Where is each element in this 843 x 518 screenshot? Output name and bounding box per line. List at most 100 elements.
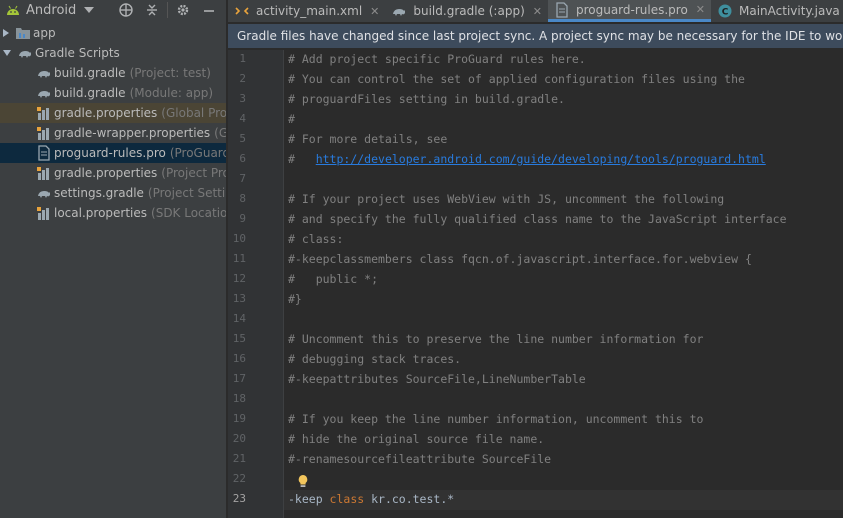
expand-down-icon[interactable] <box>3 50 11 56</box>
folder-module-icon <box>16 28 30 39</box>
toolbar-divider <box>167 2 169 18</box>
android-icon <box>7 5 19 15</box>
tree-item[interactable]: Gradle Scripts <box>0 43 226 63</box>
editor-tabs: activity_main.xml ✕ build.gradle (:app) ✕ pr… <box>228 0 843 22</box>
code-line: # Uncomment this to preserve the line nu… <box>288 332 704 346</box>
line-number: 22 <box>232 472 246 485</box>
project-toolbar: Android <box>0 0 226 20</box>
line-number: 9 <box>239 212 246 225</box>
close-icon[interactable]: ✕ <box>370 5 379 18</box>
tree-item-label: proguard-rules.pro <box>54 146 166 160</box>
tree-item[interactable]: gradle.properties(Project Properties) <box>0 163 226 183</box>
expand-right-icon[interactable] <box>3 29 9 37</box>
code-line: # For more details, see <box>288 132 448 146</box>
editor-tab[interactable]: proguard-rules.pro ✕ <box>547 0 712 22</box>
collapse-all-icon[interactable] <box>143 1 161 19</box>
line-number: 5 <box>239 132 246 145</box>
project-view-selector[interactable]: Android <box>0 0 117 20</box>
tree-item-label: Gradle Scripts <box>35 46 120 60</box>
gradle-icon <box>19 51 31 58</box>
code-line: # proguardFiles setting in build.gradle. <box>288 92 565 106</box>
tree-item[interactable]: proguard-rules.pro(ProGuard Rules for ap… <box>0 143 226 163</box>
line-number: 12 <box>232 272 246 285</box>
code-line: # class: <box>288 232 344 246</box>
tree-item-label: gradle-wrapper.properties <box>54 126 211 140</box>
code-line: #} <box>288 292 302 306</box>
tree-item[interactable]: settings.gradle(Project Settings) <box>0 183 226 203</box>
code-line: # and specify the fully qualified class … <box>288 212 787 226</box>
code-line: # If your project uses WebView with JS, … <box>288 192 725 206</box>
tree-item[interactable]: build.gradle (Project: test) <box>0 63 226 83</box>
code-line: #-keepattributes SourceFile,LineNumberTa… <box>288 372 586 386</box>
line-number: 3 <box>239 92 246 105</box>
code-line: # Add project specific ProGuard rules he… <box>288 52 586 66</box>
close-icon[interactable]: ✕ <box>533 5 542 18</box>
line-number-gutter: 1 2 3 4 5 6 7 8 9 10 11 12 13 14 15 16 17 18 19 20 21 22 23 <box>228 50 284 518</box>
tree-item[interactable]: gradle.properties(Global Properties) <box>0 103 226 123</box>
doc-link[interactable]: http://developer.android.com/guide/devel… <box>316 152 766 166</box>
tree-item-hint: (Module: app) <box>129 86 214 100</box>
keyword: class <box>329 492 365 506</box>
gradle-icon <box>393 9 406 16</box>
gear-icon[interactable] <box>174 1 192 19</box>
line-number: 1 <box>239 52 246 65</box>
gradle-icon <box>38 191 50 198</box>
java-class-icon: C <box>718 4 732 18</box>
tree-item-hint: (SDK Location) <box>151 206 226 220</box>
tab-label: activity_main.xml <box>256 4 363 18</box>
properties-icon <box>37 167 49 180</box>
editor-tab[interactable]: CMainActivity.java✕ <box>711 0 843 22</box>
properties-icon <box>37 207 49 220</box>
project-tree: app Gradle Scripts build.gradle (Project: t… <box>0 23 226 223</box>
file-icon <box>38 145 50 161</box>
sync-banner[interactable]: Gradle files have changed since last pro… <box>228 24 843 48</box>
properties-icon <box>37 107 49 120</box>
tree-item[interactable]: local.properties(SDK Location) <box>0 203 226 223</box>
code-line: #-renamesourcefileattribute SourceFile <box>288 452 552 466</box>
editor-tab[interactable]: build.gradle (:app) ✕ <box>385 0 548 22</box>
project-panel: Android app Gradle Scripts build.gradle (Pr… <box>0 0 226 518</box>
line-number: 16 <box>232 352 246 365</box>
tree-item-hint: (Project Settings) <box>147 186 226 200</box>
tree-item-hint: (ProGuard Rules for app) <box>169 146 226 160</box>
chevron-down-icon[interactable] <box>84 7 95 13</box>
line-number: 19 <box>232 412 246 425</box>
project-view-label: Android <box>26 2 77 18</box>
add-icon[interactable] <box>117 1 135 19</box>
tree-item-label: build.gradle <box>54 86 126 100</box>
line-number: 8 <box>239 192 246 205</box>
line-number: 7 <box>239 172 246 185</box>
code-line: # hide the original source file name. <box>288 432 545 446</box>
close-icon[interactable]: ✕ <box>696 3 705 16</box>
tree-item-label: settings.gradle <box>54 186 144 200</box>
line-number: 20 <box>232 432 246 445</box>
minimize-icon[interactable] <box>200 1 218 19</box>
properties-icon <box>37 127 49 140</box>
tree-item-hint: (Project: test) <box>129 66 211 80</box>
line-number: 2 <box>239 72 246 85</box>
tree-item-label: app <box>33 26 56 40</box>
line-number: 11 <box>232 252 246 265</box>
code-line: # If you keep the line number informatio… <box>288 412 704 426</box>
tree-item-hint: (Global Properties) <box>161 106 226 120</box>
tree-item[interactable]: gradle-wrapper.properties(Gradle Version… <box>0 123 226 143</box>
tree-item[interactable]: app <box>0 23 226 43</box>
tree-item[interactable]: build.gradle (Module: app) <box>0 83 226 103</box>
code-line: # You can control the set of applied con… <box>288 72 745 86</box>
file-icon <box>556 1 568 18</box>
line-number: 14 <box>232 312 246 325</box>
xml-file-icon <box>235 7 249 15</box>
tree-item-label: gradle.properties <box>54 166 158 180</box>
code-line: #-keepclassmembers class fqcn.of.javascr… <box>288 252 752 266</box>
line-number: 18 <box>232 392 246 405</box>
code-editor[interactable]: # Add project specific ProGuard rules he… <box>284 50 843 518</box>
line-number: 4 <box>239 112 246 125</box>
svg-text:C: C <box>722 8 729 18</box>
lightbulb-icon[interactable] <box>297 474 309 488</box>
line-number: 13 <box>232 292 246 305</box>
editor-tab[interactable]: activity_main.xml ✕ <box>228 0 385 22</box>
line-number: 21 <box>232 452 246 465</box>
line-number: 10 <box>232 232 246 245</box>
tab-label: MainActivity.java <box>739 4 840 18</box>
tree-item-hint: (Gradle Version) <box>214 126 226 140</box>
